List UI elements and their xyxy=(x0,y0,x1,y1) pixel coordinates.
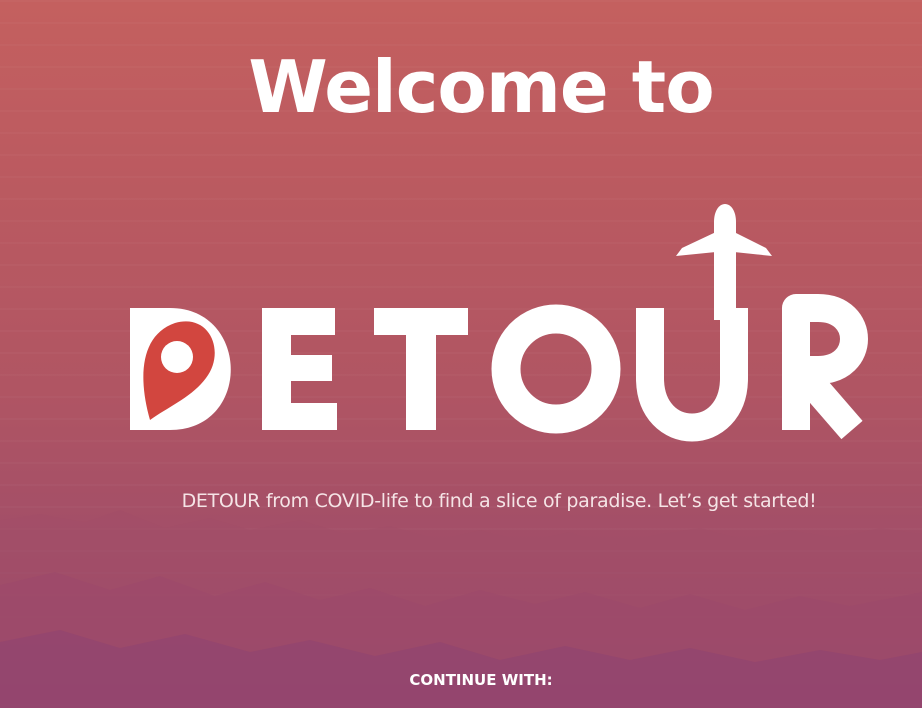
airplane-icon xyxy=(676,204,772,320)
logo-letter-o xyxy=(491,304,621,434)
logo-letter-r xyxy=(782,294,868,440)
detour-logo xyxy=(130,204,868,442)
logo-letter-u xyxy=(636,308,748,442)
logo-letter-e xyxy=(262,308,337,430)
continue-with-label: CONTINUE WITH: xyxy=(409,671,553,689)
logo-letter-t xyxy=(374,308,468,430)
intro-tagline: DETOUR from COVID-life to find a slice o… xyxy=(181,490,817,512)
